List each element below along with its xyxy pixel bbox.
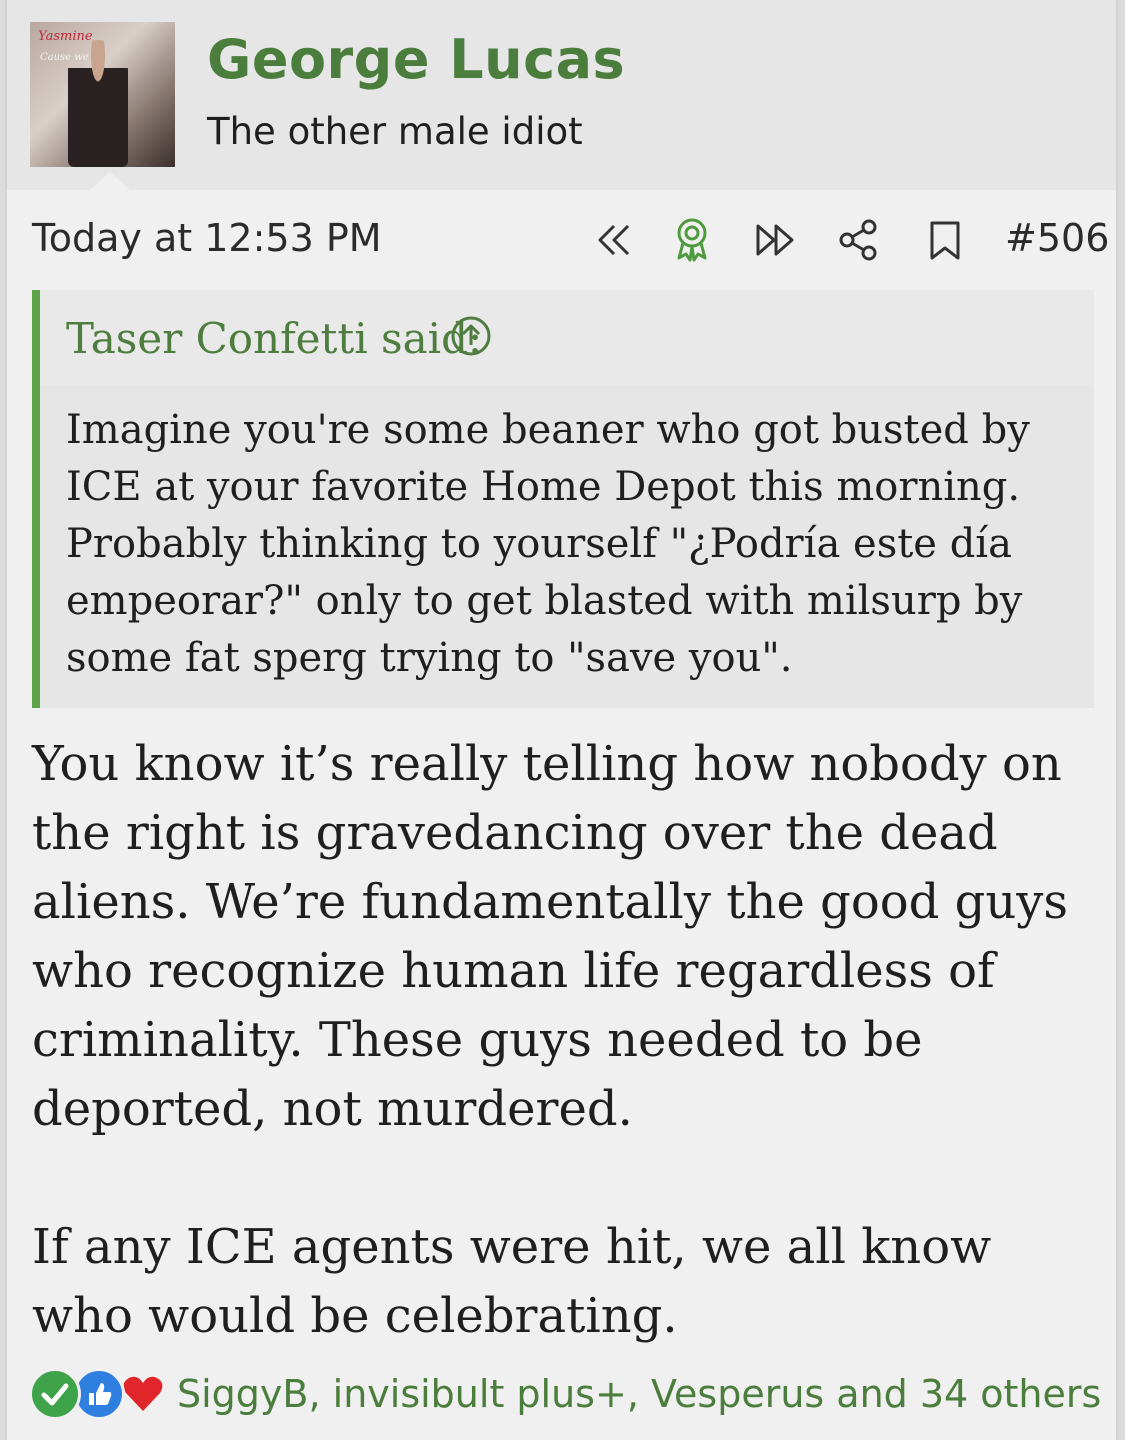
post-number[interactable]: #506: [1005, 216, 1109, 260]
quote-author[interactable]: Taser Confetti said:: [66, 314, 482, 363]
quote-block: Taser Confetti said: Imagine you're some…: [32, 290, 1094, 708]
message-paragraph: You know it’s really telling how nobody …: [32, 736, 1069, 1137]
post-container: Yasmine Cause we George Lucas The other …: [5, 0, 1118, 1440]
bookmark-icon[interactable]: [927, 220, 963, 262]
reaction-list[interactable]: SiggyB, invisibult plus+, Vesperus and 3…: [177, 1372, 1101, 1416]
quote-header: Taser Confetti said:: [40, 290, 1094, 385]
message-paragraph: If any ICE agents were hit, we all know …: [32, 1219, 992, 1344]
post-date[interactable]: Today at 12:53 PM: [32, 216, 382, 260]
award-icon[interactable]: [672, 216, 712, 262]
username[interactable]: George Lucas: [207, 28, 625, 91]
user-title: The other male idiot: [207, 110, 583, 153]
rewind-icon[interactable]: [592, 220, 636, 260]
header-caret: [90, 172, 130, 190]
reaction-icons[interactable]: [29, 1368, 179, 1426]
share-icon[interactable]: [837, 218, 881, 262]
user-header: Yasmine Cause we George Lucas The other …: [7, 0, 1116, 190]
message-body: You know it’s really telling how nobody …: [32, 730, 1107, 1351]
avatar[interactable]: Yasmine Cause we: [30, 22, 175, 167]
avatar-logo-text: Yasmine: [38, 29, 93, 44]
avatar-subtext: Cause we: [40, 52, 89, 63]
quote-body: Imagine you're some beaner who got buste…: [66, 407, 1030, 681]
fast-forward-icon[interactable]: [752, 220, 802, 260]
arrow-up-circle-icon[interactable]: [450, 315, 492, 357]
check-icon: [29, 1368, 81, 1420]
